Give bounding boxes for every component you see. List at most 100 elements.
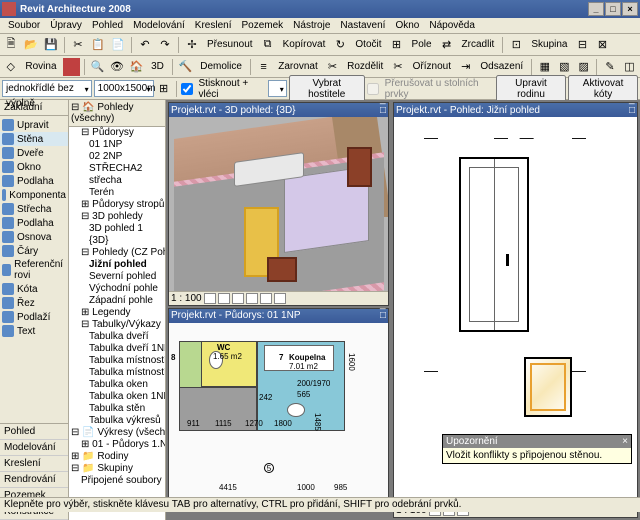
tooltip-close-icon[interactable]: × (622, 436, 628, 447)
tool-wall[interactable]: Stěna (0, 132, 68, 146)
browser-item[interactable]: střecha (69, 175, 165, 187)
browser-item[interactable]: Tabulka dveří (69, 331, 165, 343)
tool-dim[interactable]: Kóta (0, 282, 68, 296)
tool-icon[interactable]: ⊟ (573, 36, 591, 54)
save-icon[interactable]: 💾 (42, 36, 60, 54)
tab-drawing[interactable]: Kreslení (0, 456, 68, 472)
view-max-button[interactable]: □ (629, 105, 635, 116)
tool-icon[interactable]: ◫ (621, 58, 638, 76)
browser-node[interactable]: ⊞ Legendy (69, 307, 165, 319)
browser-node[interactable]: ⊟ Tabulky/Výkazy (69, 319, 165, 331)
tool-red-icon[interactable] (63, 58, 80, 76)
tool-level[interactable]: Podlaží (0, 310, 68, 324)
tab-rendering[interactable]: Rendrování (0, 472, 68, 488)
plan-canvas[interactable]: WC 1.65 m2 7 Koupelna 7.01 m2 8 911 1115… (169, 323, 388, 497)
browser-item[interactable]: Severní pohled (69, 271, 165, 283)
group-button[interactable]: ⊡ (507, 36, 525, 54)
detail-button[interactable] (204, 293, 216, 304)
scale-label[interactable]: 1 : 100 (171, 293, 202, 304)
open-icon[interactable]: 📂 (22, 36, 40, 54)
menu-item[interactable]: Kreslení (191, 19, 236, 32)
trim-button[interactable]: ✂ (389, 58, 406, 76)
browser-node[interactable]: ⊟ 📁 Skupiny (69, 463, 165, 475)
menu-item[interactable]: Pohled (88, 19, 127, 32)
cut-icon[interactable]: ✂ (69, 36, 87, 54)
menu-item[interactable]: Nástroje (289, 19, 334, 32)
view-max-button[interactable]: □ (380, 310, 386, 321)
browser-item[interactable]: Tabulka místností (69, 355, 165, 367)
trim-label[interactable]: Oříznout (409, 61, 455, 72)
tool-window[interactable]: Okno (0, 160, 68, 174)
group-label[interactable]: Skupina (527, 39, 571, 50)
browser-item[interactable]: Terén (69, 187, 165, 199)
menu-item[interactable]: Úpravy (46, 19, 86, 32)
tool-refplane[interactable]: Referenční rovi (0, 258, 68, 282)
tool-icon[interactable]: ⊠ (593, 36, 611, 54)
split-label[interactable]: Rozdělit (343, 61, 387, 72)
shadow-button[interactable] (232, 293, 244, 304)
browser-node[interactable]: ⊟ Pohledy (CZ Pohlec (69, 247, 165, 259)
browser-node[interactable]: ⊞ 📁 Rodiny (69, 451, 165, 463)
view-min-button[interactable]: _ (380, 94, 386, 105)
view-titlebar[interactable]: Projekt.rvt - 3D pohled: {3D}_□× (169, 103, 388, 117)
3d-button[interactable]: 🏠 (128, 58, 145, 76)
browser-item[interactable]: Tabulka oken 1NP (69, 391, 165, 403)
close-button[interactable]: × (622, 2, 638, 16)
3d-label[interactable]: 3D (147, 61, 168, 72)
model-button[interactable] (218, 293, 230, 304)
browser-item[interactable]: Západní pohle (69, 295, 165, 307)
browser-item[interactable]: ⊞ 01 - Půdorys 1.NP (69, 439, 165, 451)
browser-item[interactable]: Tabulka dveří 1NP (69, 343, 165, 355)
project-browser[interactable]: ⊟ 🏠 Pohledy (všechny) ⊟ Půdorysy 01 1NP … (69, 100, 166, 520)
tool-floor[interactable]: Podlaha (0, 174, 68, 188)
plane-label[interactable]: Rovina (21, 61, 60, 72)
copy-label[interactable]: Kopírovat (279, 39, 330, 50)
offset-label[interactable]: Odsazení (476, 61, 527, 72)
view-max-button[interactable]: □ (380, 105, 386, 116)
hide-button[interactable] (274, 293, 286, 304)
menu-item[interactable]: Nápověda (425, 19, 479, 32)
tool-icon[interactable]: ▧ (556, 58, 573, 76)
browser-item[interactable]: Tabulka výkresů (69, 415, 165, 427)
browser-item[interactable]: 02 2NP (69, 151, 165, 163)
redo-icon[interactable]: ↷ (156, 36, 174, 54)
crop-button[interactable] (246, 293, 258, 304)
browser-node[interactable]: ⊞ Půdorysy stropů (69, 199, 165, 211)
new-icon[interactable]: 🗎 (2, 36, 20, 54)
tool-lines[interactable]: Čáry (0, 244, 68, 258)
view-titlebar[interactable]: Projekt.rvt - Půdorys: 01 1NP_□× (169, 309, 388, 323)
browser-item-active[interactable]: Jižní pohled (69, 259, 165, 271)
3d-canvas[interactable] (169, 117, 388, 291)
zoom-icon[interactable]: 🔍 (89, 58, 106, 76)
tool-icon[interactable]: ▨ (575, 58, 592, 76)
drag-checkbox[interactable] (181, 83, 193, 95)
browser-item[interactable]: {3D} (69, 235, 165, 247)
size-selector[interactable]: 1000x1500m (94, 80, 154, 97)
copy-icon[interactable]: 📋 (89, 36, 107, 54)
tool-icon[interactable]: ▦ (536, 58, 553, 76)
browser-node[interactable]: ⊟ 3D pohledy (69, 211, 165, 223)
tool-component[interactable]: Komponenta (0, 188, 68, 202)
move-label[interactable]: Přesunout (203, 39, 257, 50)
view-min-button[interactable]: _ (380, 299, 386, 310)
menu-item[interactable]: Soubor (4, 19, 44, 32)
browser-item[interactable]: Tabulka oken (69, 379, 165, 391)
browser-item[interactable]: Tabulka stěn (69, 403, 165, 415)
browser-item[interactable]: STŘECHA2 (69, 163, 165, 175)
split-button[interactable]: ✂ (324, 58, 341, 76)
minimize-button[interactable]: _ (588, 2, 604, 16)
mirror-label[interactable]: Zrcadlit (458, 39, 499, 50)
rotate-button[interactable]: ↻ (331, 36, 349, 54)
demolish-button[interactable]: 🔨 (177, 58, 194, 76)
menu-item[interactable]: Nastavení (336, 19, 389, 32)
view-min-button[interactable]: _ (629, 94, 635, 105)
array-button[interactable]: ⊞ (388, 36, 406, 54)
paste-icon[interactable]: 📄 (109, 36, 127, 54)
browser-item[interactable]: Tabulka místností 1 (69, 367, 165, 379)
browser-item[interactable]: 01 1NP (69, 139, 165, 151)
tool-icon[interactable]: ✎ (601, 58, 618, 76)
copy-button[interactable]: ⧉ (259, 36, 277, 54)
offset-button[interactable]: ⇥ (457, 58, 474, 76)
type-selector[interactable]: jednokřídlé bez výplně (2, 80, 92, 97)
tool-grid[interactable]: Osnova (0, 230, 68, 244)
